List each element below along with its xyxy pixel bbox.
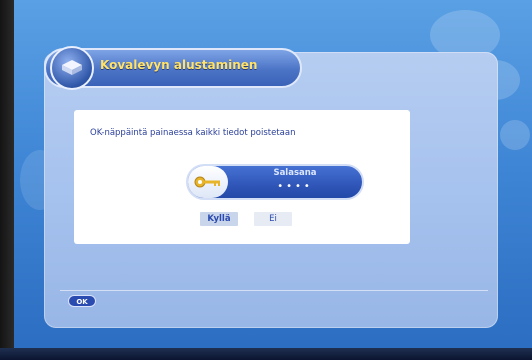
tv-frame-edge: [0, 348, 532, 360]
background-bubble: [500, 120, 530, 150]
yes-button[interactable]: Kyllä: [200, 212, 238, 226]
footer-divider: [60, 290, 488, 291]
password-label: Salasana: [273, 168, 317, 178]
warning-message: OK-näppäintä painaessa kaikki tiedot poi…: [90, 128, 296, 138]
key-icon: [188, 166, 228, 198]
dialog-title: Kovalevyn alustaminen: [100, 58, 258, 72]
no-button[interactable]: Ei: [254, 212, 292, 226]
hard-drive-icon: [50, 46, 94, 90]
tv-frame-edge: [0, 0, 14, 360]
password-masked-value: ••••: [277, 181, 313, 192]
ok-key-icon: OK: [68, 295, 96, 307]
